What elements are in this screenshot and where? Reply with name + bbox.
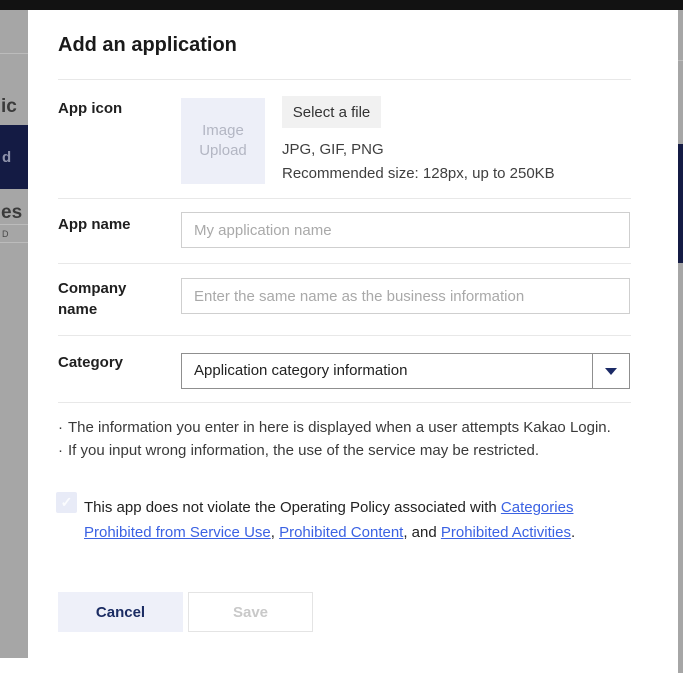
background-divider: [0, 242, 28, 243]
background-page-right-edge: [678, 10, 683, 673]
background-divider: [678, 60, 683, 61]
category-selected-value: Application category information: [194, 362, 407, 379]
category-label: Category: [58, 352, 123, 373]
note-line: ·The information you enter in here is di…: [58, 419, 611, 436]
image-upload-dropzone[interactable]: Image Upload: [181, 98, 265, 184]
note-line: ·If you input wrong information, the use…: [58, 442, 539, 459]
chevron-down-icon: [605, 368, 617, 375]
policy-agreement-checkbox[interactable]: ✓: [56, 492, 77, 513]
background-navy-button-fragment: d: [0, 125, 28, 189]
company-name-input[interactable]: [181, 278, 630, 314]
divider: [58, 198, 631, 199]
cancel-button[interactable]: Cancel: [58, 592, 183, 632]
recommended-size-hint: Recommended size: 128px, up to 250KB: [282, 165, 555, 182]
divider: [58, 79, 631, 80]
policy-separator: ,: [271, 524, 279, 541]
background-divider: [0, 53, 28, 54]
background-top-nav-bar: [0, 0, 683, 10]
background-navy-band: [678, 144, 683, 263]
background-heading-fragment: ic: [1, 96, 17, 118]
upload-placeholder-line1: Image: [202, 121, 244, 141]
file-formats-hint: JPG, GIF, PNG: [282, 141, 384, 158]
bullet-icon: ·: [58, 442, 68, 459]
background-navy-button-text: d: [2, 149, 11, 166]
policy-separator: , and: [403, 524, 441, 541]
modal-title: Add an application: [58, 34, 237, 57]
checkmark-icon: ✓: [61, 494, 73, 510]
background-heading-fragment: es: [1, 202, 22, 224]
divider: [58, 263, 631, 264]
policy-text-after: .: [571, 524, 575, 541]
background-page-left-edge: ic d es D: [0, 10, 28, 658]
note-text: If you input wrong information, the use …: [68, 442, 539, 459]
background-small-text-fragment: D: [2, 229, 9, 239]
app-icon-label: App icon: [58, 98, 122, 119]
link-prohibited-content[interactable]: Prohibited Content: [279, 524, 403, 541]
app-name-label: App name: [58, 214, 131, 235]
divider: [58, 402, 631, 403]
dropdown-arrow-section[interactable]: [592, 354, 629, 388]
note-text: The information you enter in here is dis…: [68, 419, 611, 436]
save-button[interactable]: Save: [188, 592, 313, 632]
upload-placeholder-line2: Upload: [199, 141, 247, 161]
bullet-icon: ·: [58, 419, 68, 436]
category-dropdown[interactable]: Application category information: [181, 353, 630, 389]
policy-agreement-text: This app does not violate the Operating …: [84, 496, 624, 545]
app-name-input[interactable]: [181, 212, 630, 248]
company-name-label: Company name: [58, 278, 143, 320]
select-file-button[interactable]: Select a file: [282, 96, 381, 128]
link-prohibited-activities[interactable]: Prohibited Activities: [441, 524, 571, 541]
add-application-modal: Add an application App icon Image Upload…: [28, 10, 678, 660]
screen: ic d es D Add an application App icon Im…: [0, 0, 683, 673]
policy-text-before: This app does not violate the Operating …: [84, 499, 501, 516]
background-divider: [0, 224, 28, 225]
divider: [58, 335, 631, 336]
